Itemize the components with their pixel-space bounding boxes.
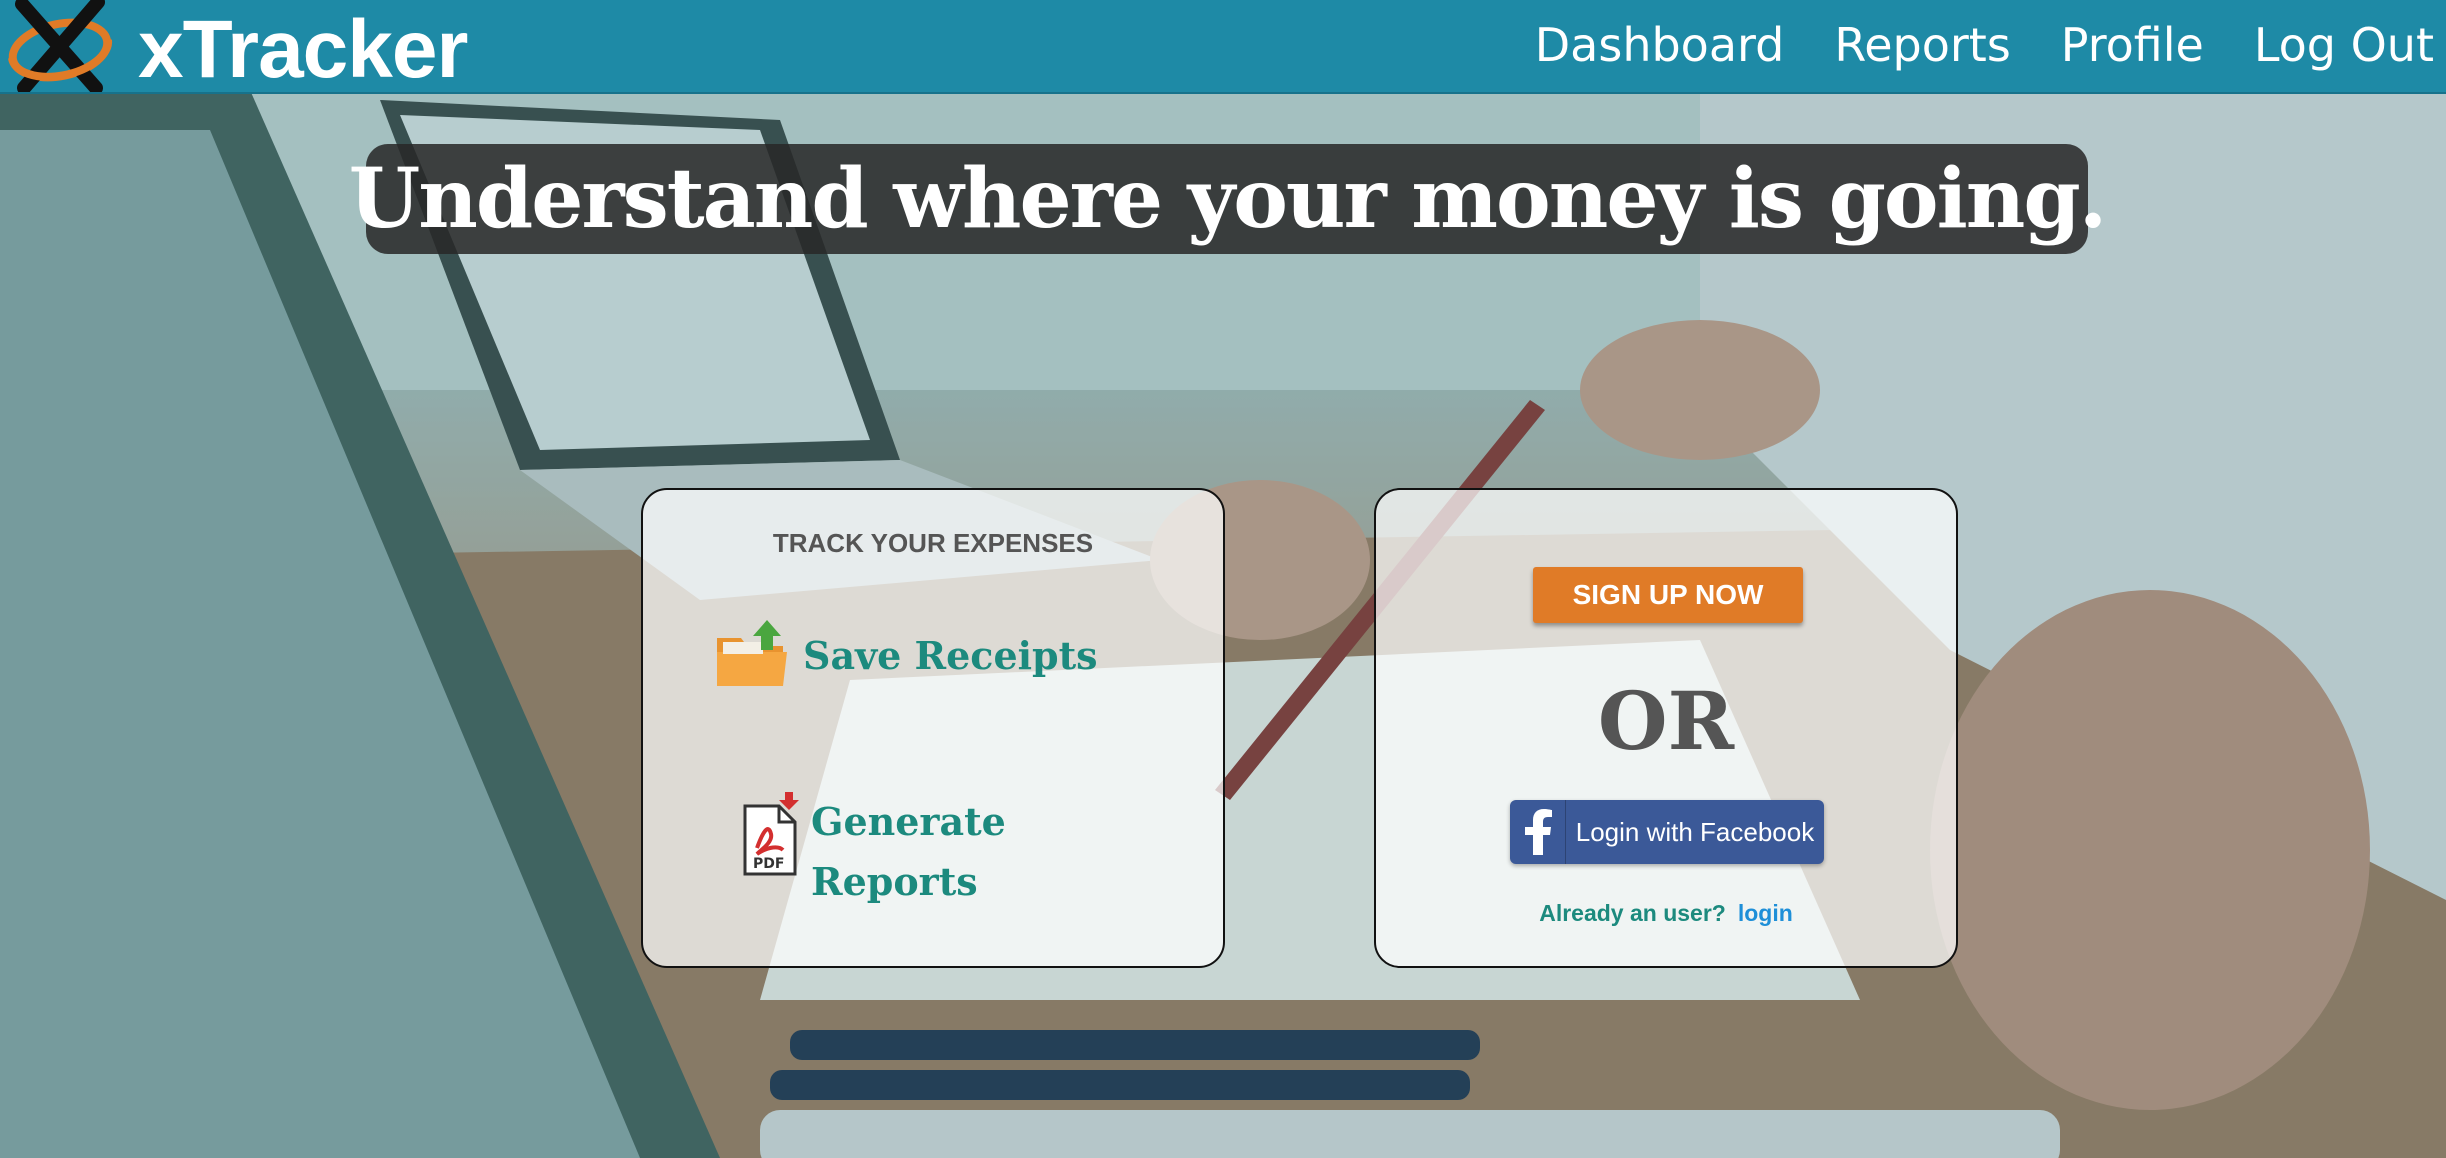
facebook-login-label: Login with Facebook xyxy=(1575,816,1815,847)
facebook-login-button[interactable]: Login with Facebook xyxy=(1510,800,1824,864)
nav-profile[interactable]: Profile xyxy=(2061,18,2204,72)
features-heading: TRACK YOUR EXPENSES xyxy=(772,528,1094,558)
hero-banner: Understand where your money is going. xyxy=(349,144,2107,254)
nav-log-out[interactable]: Log Out xyxy=(2254,18,2434,72)
login-link[interactable]: login xyxy=(1738,900,1793,926)
svg-text:PDF: PDF xyxy=(753,856,784,872)
feature-generate-reports-label: Generate Reports xyxy=(811,799,1006,904)
signup-card: SIGN UP NOW OR Login with Facebook Alrea… xyxy=(1374,488,1958,968)
nav-dashboard[interactable]: Dashboard xyxy=(1535,18,1785,72)
feature-save-receipts[interactable]: Save Receipts xyxy=(715,620,1098,692)
top-navbar: xTracker Dashboard Reports Profile Log O… xyxy=(0,0,2446,96)
nav-reports[interactable]: Reports xyxy=(1834,18,2010,72)
feature-generate-reports[interactable]: PDF Generate Reports xyxy=(739,792,1011,912)
features-card: TRACK YOUR EXPENSES Save Receipts PDF Ge… xyxy=(641,488,1225,968)
feature-save-receipts-label: Save Receipts xyxy=(803,633,1098,678)
main-nav: Dashboard Reports Profile Log Out xyxy=(1535,0,2434,90)
folder-upload-icon xyxy=(715,620,789,692)
brand-name[interactable]: xTracker xyxy=(138,4,468,96)
or-divider: OR xyxy=(1597,674,1735,768)
hero-headline: Understand where your money is going. xyxy=(348,151,2108,247)
already-user-row: Already an user? login xyxy=(1376,900,1956,927)
already-user-text: Already an user? xyxy=(1539,900,1726,926)
facebook-icon xyxy=(1510,800,1566,864)
x-orbit-logo-icon[interactable] xyxy=(6,0,114,95)
pdf-download-icon: PDF xyxy=(739,792,801,880)
sign-up-button[interactable]: SIGN UP NOW xyxy=(1533,567,1803,623)
